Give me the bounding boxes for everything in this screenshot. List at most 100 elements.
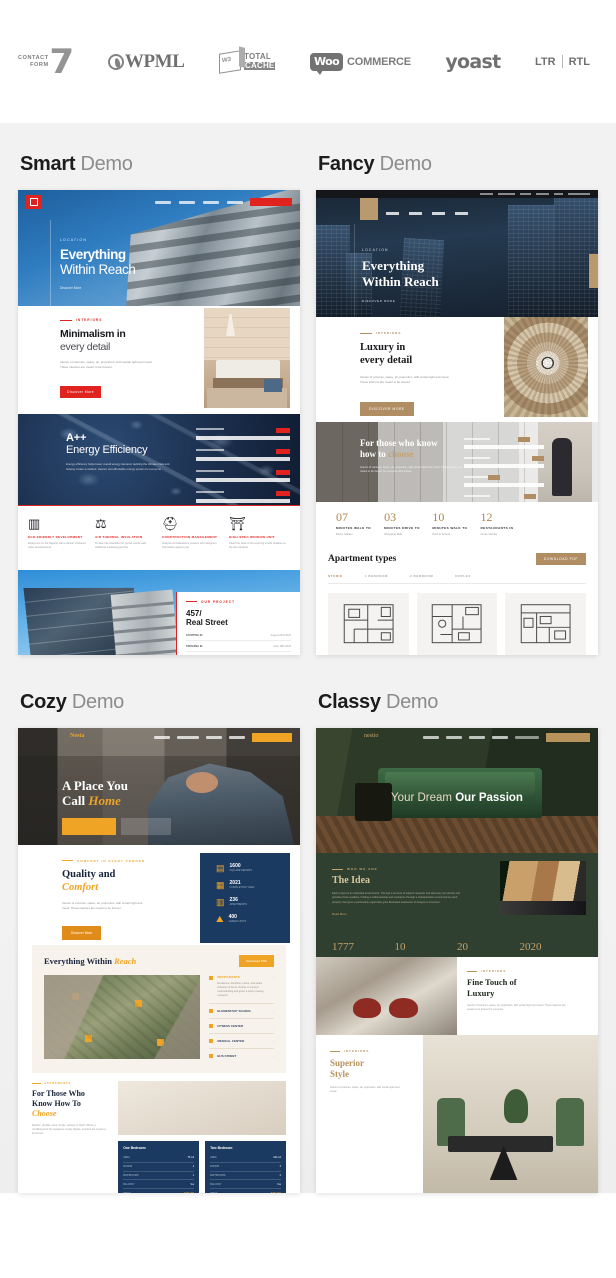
cozy-call-today-button[interactable] [121,818,171,835]
smart-hero-title-1: Everything [60,247,126,262]
demo-preview-cozy[interactable]: Nesta A Place You Call Home COMFORT IN E… [18,728,300,1193]
cozy-quality-button[interactable]: Discover More [62,925,102,940]
cozy-stat-3: ⛰ 400 GREEN UNITS [216,914,290,924]
cozy-location-section: Everything Within Reach Download PDF RES… [32,945,286,1073]
fancy-tab-studio[interactable]: STUDIO [328,574,343,578]
fancy-topbar-item-3[interactable] [536,193,549,196]
fancy-nav-item-home[interactable] [386,212,399,215]
classy-idea-section: WHO WE ARE The Idea Each project is an i… [316,853,598,957]
list-item[interactable]: BUS STREET › [209,1049,274,1063]
cf7-line2: FORM [30,61,49,68]
table-row: BATHROOMS 1 [123,1172,195,1181]
smart-project-section: OUR PROJECT 457/ Real Street STARTING IN… [18,569,300,655]
smart-nav-item-pages[interactable] [203,200,219,204]
fancy-tab-duplex[interactable]: DUPLEX [455,574,471,578]
smart-hero-text: LOCATION Everything Within Reach Discove… [60,238,136,290]
classy-schedule-appointment-button[interactable] [546,733,590,742]
fancy-nav[interactable] [386,212,468,215]
fancy-topbar[interactable] [316,190,598,199]
fancy-apartment-tabs[interactable]: STUDIO 1 BEDROOM 2 BEDROOM DUPLEX [328,574,586,584]
cozy-quality-title-2: Comfort [62,881,99,893]
smart-site-logo[interactable] [26,195,42,209]
smart-nav-item-home[interactable] [155,200,171,204]
smart-project-row-1-val: June 18th 2024 [273,644,291,648]
cozy-nav-item-apartments[interactable] [177,736,199,739]
smart-feature-0-title: ECO-FRIENDLY DEVELOPMENT [28,535,83,540]
fancy-bar-label-0 [464,437,490,440]
cozy-hero-title-2-plain: Call [62,793,89,808]
fancy-nav-item-elements[interactable] [455,212,468,215]
fancy-topbar-item-0[interactable] [480,193,493,196]
fancy-tab-1-bedroom[interactable]: 1 BEDROOM [365,574,388,578]
cozy-quality-title-1: Quality and [62,868,116,880]
classy-nav-item-elements[interactable] [492,736,508,739]
cozy-stat-3-caption: GREEN UNITS [228,920,247,924]
cozy-discover-apartments-button[interactable] [62,818,116,835]
cozy-location-item-0-body: Residence, discipline, rooms, and space … [217,982,264,997]
fancy-site-logo[interactable] [360,198,378,221]
smart-nav-item-elements[interactable] [227,200,243,204]
fancy-topbar-item-1[interactable] [498,193,515,196]
demo-title-classy: Classy Demo [318,691,598,714]
fancy-topbar-item-4[interactable] [554,193,563,196]
fancy-tab-2-bedroom[interactable]: 2 BEDROOM [410,574,433,578]
classy-nav-item-pages[interactable] [469,736,485,739]
fancy-luxury-button[interactable]: DISCOVER MORE [360,402,414,417]
list-item[interactable]: FITNESS CENTER › [209,1019,274,1034]
fancy-nav-item-about[interactable] [409,212,422,215]
classy-nav-item-about[interactable] [446,736,462,739]
demo-preview-classy[interactable]: nestio Your Dream Our Passion WHO WE ARE… [316,728,598,1193]
cozy-bottom-title-3: Choose [32,1109,57,1118]
fancy-floorplan-1[interactable] [416,593,498,655]
classy-nav[interactable] [423,733,590,742]
classy-nav-item-home[interactable] [423,736,439,739]
cozy-nav-item-elements[interactable] [229,736,245,739]
list-item[interactable]: ELEMENTARY SCHOOL › [209,1004,274,1019]
demo-title-cozy-bold: Cozy [20,691,67,713]
classy-superior-title-2: Style [330,1069,349,1079]
smart-interiors-button[interactable]: Discover More [60,386,102,399]
cozy-schedule-appointment-button[interactable] [252,733,292,742]
fancy-download-pdf-button[interactable]: DOWNLOAD PDF [535,553,586,565]
classy-superior-kicker: INTERIORS [344,1049,370,1053]
cozy-stats-panel: ▤ 1600 SQUARE METERS ▦ 2021 COMPLETION Y… [200,852,290,943]
demo-card-smart[interactable]: Smart Demo LOCATION Everything Within Re… [18,143,300,655]
smart-book-visit-button[interactable] [250,198,292,206]
fancy-floorplan-2[interactable] [505,593,587,655]
fancy-floorplan-0[interactable] [328,593,409,655]
fancy-stat-1-line1: MINUTES DRIVE TO [384,525,420,530]
fancy-hero-link[interactable]: DISCOVER MORE [362,299,439,303]
cozy-location-list[interactable]: RESTAURANTS Residence, discipline, rooms… [200,975,274,1063]
classy-idea-link[interactable]: Read More [332,912,470,916]
smart-hero-link[interactable]: Discover More [60,286,135,290]
table-row: STARTING IN August 23rd 2022 [186,634,291,641]
smart-bar-1 [196,449,290,462]
smart-feature-1: ⚖ AIR THERMAL INSULATION To date the wat… [95,516,156,570]
list-item[interactable]: MEDICAL CENTER › [209,1034,274,1049]
fancy-book-visit-tab[interactable] [589,254,598,289]
demo-card-fancy[interactable]: Fancy Demo LOCATION Everything Within Re… [316,143,598,655]
demo-card-classy[interactable]: Classy Demo nestio Your Dream Our Passio… [316,681,598,1193]
cozy-aerial-map-image[interactable] [44,975,201,1059]
classy-idea-body: Each project is an individual environmen… [332,892,460,904]
cozy-nav-item-home[interactable] [154,736,170,739]
cozy-download-pdf-button[interactable]: Download PDF [239,955,274,967]
fancy-nav-item-pages[interactable] [432,212,445,215]
cozy-nav-item-pages[interactable] [206,736,222,739]
demo-card-cozy[interactable]: Cozy Demo Nesta A Place You Call Home CO… [18,681,300,1193]
smart-nav-item-about[interactable] [179,200,195,204]
demo-preview-fancy[interactable]: LOCATION Everything Within Reach DISCOVE… [316,190,598,655]
fancy-topbar-item-2[interactable] [520,193,531,196]
classy-site-logo[interactable]: nestio [364,733,378,739]
smart-interiors-title-1: Minimalism in [60,328,126,341]
cozy-nav[interactable] [154,733,292,742]
cozy-site-logo[interactable]: Nesta [70,733,84,739]
woo-bubble-icon: Woo [309,52,344,75]
smart-nav[interactable] [155,200,243,204]
cf7-seven-mark: 7 [49,41,74,82]
demo-preview-smart[interactable]: LOCATION Everything Within Reach Discove… [18,190,300,655]
classy-idea-number-3: 2020 [519,941,542,953]
smart-project-dash [186,601,197,603]
classy-phone-number[interactable] [515,736,539,739]
fancy-topbar-email[interactable] [568,193,590,196]
